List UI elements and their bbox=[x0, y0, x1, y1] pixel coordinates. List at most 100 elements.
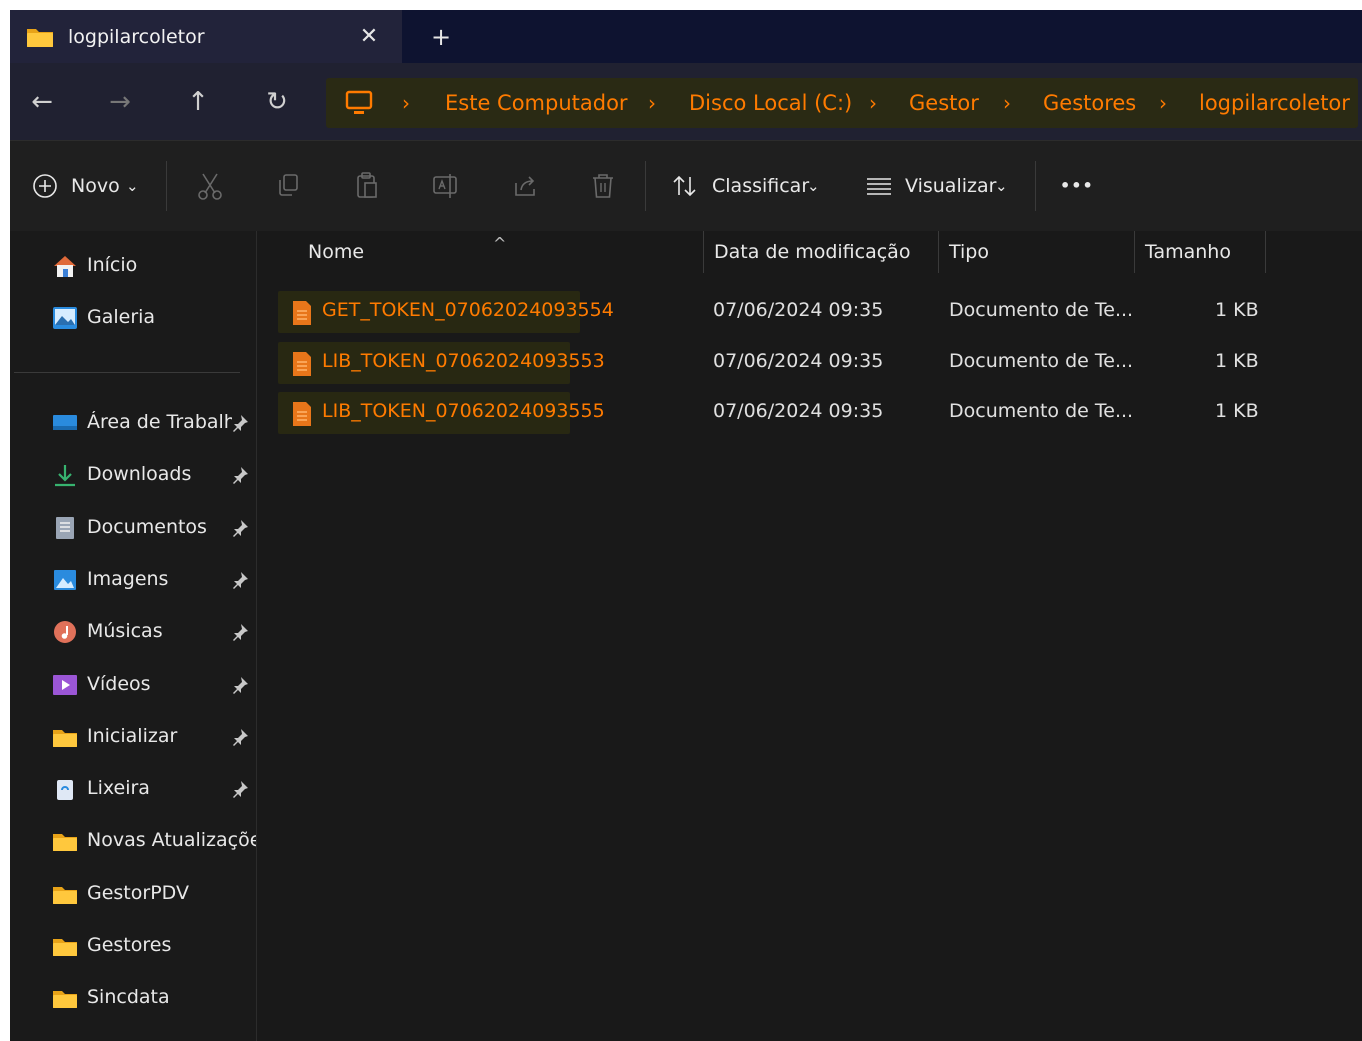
sidebar-item-gestores[interactable]: Gestores bbox=[10, 926, 256, 966]
share-icon[interactable] bbox=[508, 169, 542, 203]
documents-icon bbox=[56, 516, 74, 539]
view-button[interactable]: Visualizar bbox=[905, 169, 996, 203]
add-circle-icon[interactable] bbox=[28, 169, 62, 203]
column-header-name[interactable]: Nome bbox=[308, 231, 364, 273]
breadcrumb-este-computador[interactable]: Este Computador bbox=[445, 91, 628, 115]
sort-icon[interactable] bbox=[668, 169, 702, 203]
breadcrumb-separator[interactable]: › bbox=[1003, 91, 1011, 115]
more-options-button[interactable]: ••• bbox=[1060, 169, 1094, 203]
breadcrumb-separator[interactable]: › bbox=[648, 91, 656, 115]
column-divider[interactable] bbox=[703, 231, 704, 273]
view-list-icon[interactable] bbox=[862, 169, 896, 203]
column-header-type[interactable]: Tipo bbox=[949, 231, 989, 273]
sidebar-item-label: GestorPDV bbox=[87, 881, 189, 904]
sidebar-item-label: Documentos bbox=[87, 515, 207, 538]
breadcrumb-disco-local[interactable]: Disco Local (C:) bbox=[689, 91, 852, 115]
pin-icon[interactable] bbox=[230, 413, 250, 433]
text-file-icon bbox=[293, 402, 311, 426]
file-row[interactable]: GET_TOKEN_07062024093554 07/06/2024 09:35… bbox=[257, 288, 1362, 336]
file-explorer-window: logpilarcoletor ✕ + ← → ↑ ↻ › Este Compu… bbox=[10, 10, 1362, 1041]
column-header-size[interactable]: Tamanho bbox=[1145, 231, 1231, 273]
sidebar-item-label: Imagens bbox=[87, 567, 169, 590]
chevron-down-icon[interactable]: ⌄ bbox=[995, 169, 1008, 203]
column-header-date[interactable]: Data de modificação bbox=[714, 231, 910, 273]
sort-ascending-icon: ^ bbox=[493, 234, 507, 253]
title-bar: logpilarcoletor ✕ + bbox=[10, 10, 1362, 63]
breadcrumb-separator[interactable]: › bbox=[869, 91, 877, 115]
address-bar[interactable]: › Este Computador › Disco Local (C:) › G… bbox=[326, 78, 1358, 128]
refresh-button[interactable]: ↻ bbox=[257, 82, 297, 122]
cut-icon[interactable] bbox=[193, 169, 227, 203]
delete-icon[interactable] bbox=[586, 169, 620, 203]
folder-icon bbox=[53, 729, 77, 747]
sidebar-item-sincdata[interactable]: Sincdata bbox=[10, 978, 256, 1018]
sidebar-item-inicio[interactable]: Início bbox=[10, 246, 256, 286]
sidebar-item-imagens[interactable]: Imagens bbox=[10, 560, 256, 600]
sidebar-item-documentos[interactable]: Documentos bbox=[10, 508, 256, 548]
chevron-down-icon[interactable]: ⌄ bbox=[807, 169, 820, 203]
folder-icon bbox=[53, 939, 77, 956]
new-tab-button[interactable]: + bbox=[424, 19, 458, 55]
sidebar-item-label: Sincdata bbox=[87, 986, 170, 1009]
tab-title: logpilarcoletor bbox=[68, 26, 205, 48]
breadcrumb-logpilarcoletor[interactable]: logpilarcoletor bbox=[1199, 91, 1350, 115]
navigation-pane: Início Galeria Área de Trabalho Downloads… bbox=[10, 231, 257, 1041]
rename-icon[interactable] bbox=[429, 169, 463, 203]
sidebar-item-label: Início bbox=[87, 254, 138, 276]
paste-icon[interactable] bbox=[350, 169, 384, 203]
sidebar-item-label: Vídeos bbox=[87, 672, 151, 695]
desktop-icon bbox=[53, 415, 77, 430]
sidebar-item-novas-atualizacoes[interactable]: Novas Atualizações bbox=[10, 821, 256, 861]
sidebar-item-lixeira[interactable]: Lixeira bbox=[10, 769, 256, 809]
breadcrumb-gestores[interactable]: Gestores bbox=[1043, 91, 1136, 115]
file-size: 1 KB bbox=[1215, 400, 1259, 422]
pin-icon[interactable] bbox=[230, 518, 250, 538]
pin-icon[interactable] bbox=[230, 570, 250, 590]
breadcrumb-gestor[interactable]: Gestor bbox=[909, 91, 979, 115]
pin-icon[interactable] bbox=[230, 779, 250, 799]
sidebar-item-galeria[interactable]: Galeria bbox=[10, 298, 256, 338]
computer-icon[interactable] bbox=[345, 90, 373, 116]
file-name: LIB_TOKEN_07062024093553 bbox=[322, 349, 605, 372]
back-button[interactable]: ← bbox=[22, 82, 62, 122]
file-size: 1 KB bbox=[1215, 299, 1259, 321]
breadcrumb-separator[interactable]: › bbox=[402, 91, 410, 115]
pin-icon[interactable] bbox=[230, 465, 250, 485]
pictures-icon bbox=[54, 569, 76, 590]
breadcrumb-separator[interactable]: › bbox=[1159, 91, 1167, 115]
sidebar-item-videos[interactable]: Vídeos bbox=[10, 665, 256, 705]
column-divider[interactable] bbox=[938, 231, 939, 273]
music-icon bbox=[54, 621, 76, 644]
sidebar-item-inicializar[interactable]: Inicializar bbox=[10, 717, 256, 757]
sidebar-item-downloads[interactable]: Downloads bbox=[10, 455, 256, 495]
sidebar-item-area-de-trabalho[interactable]: Área de Trabalho bbox=[10, 403, 256, 443]
folder-icon bbox=[53, 834, 77, 852]
tab-logpilarcoletor[interactable]: logpilarcoletor ✕ bbox=[10, 10, 402, 63]
divider bbox=[1035, 161, 1036, 211]
sidebar-item-musicas[interactable]: Músicas bbox=[10, 612, 256, 652]
file-type: Documento de Te... bbox=[949, 299, 1134, 321]
sort-button[interactable]: Classificar bbox=[712, 169, 809, 203]
text-file-icon bbox=[293, 301, 311, 325]
new-button[interactable]: Novo bbox=[71, 169, 120, 203]
videos-icon bbox=[53, 674, 77, 695]
chevron-down-icon[interactable]: ⌄ bbox=[126, 169, 139, 203]
sidebar-item-gestorpdv[interactable]: GestorPDV bbox=[10, 874, 256, 914]
pin-icon[interactable] bbox=[230, 727, 250, 747]
copy-icon[interactable] bbox=[272, 169, 306, 203]
column-divider[interactable] bbox=[1265, 231, 1266, 273]
file-row[interactable]: LIB_TOKEN_07062024093553 07/06/2024 09:35… bbox=[257, 339, 1362, 387]
up-button[interactable]: ↑ bbox=[178, 82, 218, 122]
folder-icon bbox=[53, 886, 77, 904]
sidebar-item-label: Novas Atualizações bbox=[87, 829, 257, 852]
pin-icon[interactable] bbox=[230, 675, 250, 695]
column-divider[interactable] bbox=[1134, 231, 1135, 273]
close-tab-button[interactable]: ✕ bbox=[354, 19, 384, 55]
sidebar-item-label: Área de Trabalho bbox=[87, 411, 232, 433]
file-row[interactable]: LIB_TOKEN_07062024093555 07/06/2024 09:35… bbox=[257, 389, 1362, 437]
command-bar: Novo ⌄ Classificar ⌄ Visualizar ⌄ ••• bbox=[10, 140, 1362, 232]
sidebar-item-label: Lixeira bbox=[87, 777, 150, 800]
pin-icon[interactable] bbox=[230, 622, 250, 642]
forward-button[interactable]: → bbox=[100, 82, 140, 122]
sidebar-item-label: Galeria bbox=[87, 306, 156, 328]
